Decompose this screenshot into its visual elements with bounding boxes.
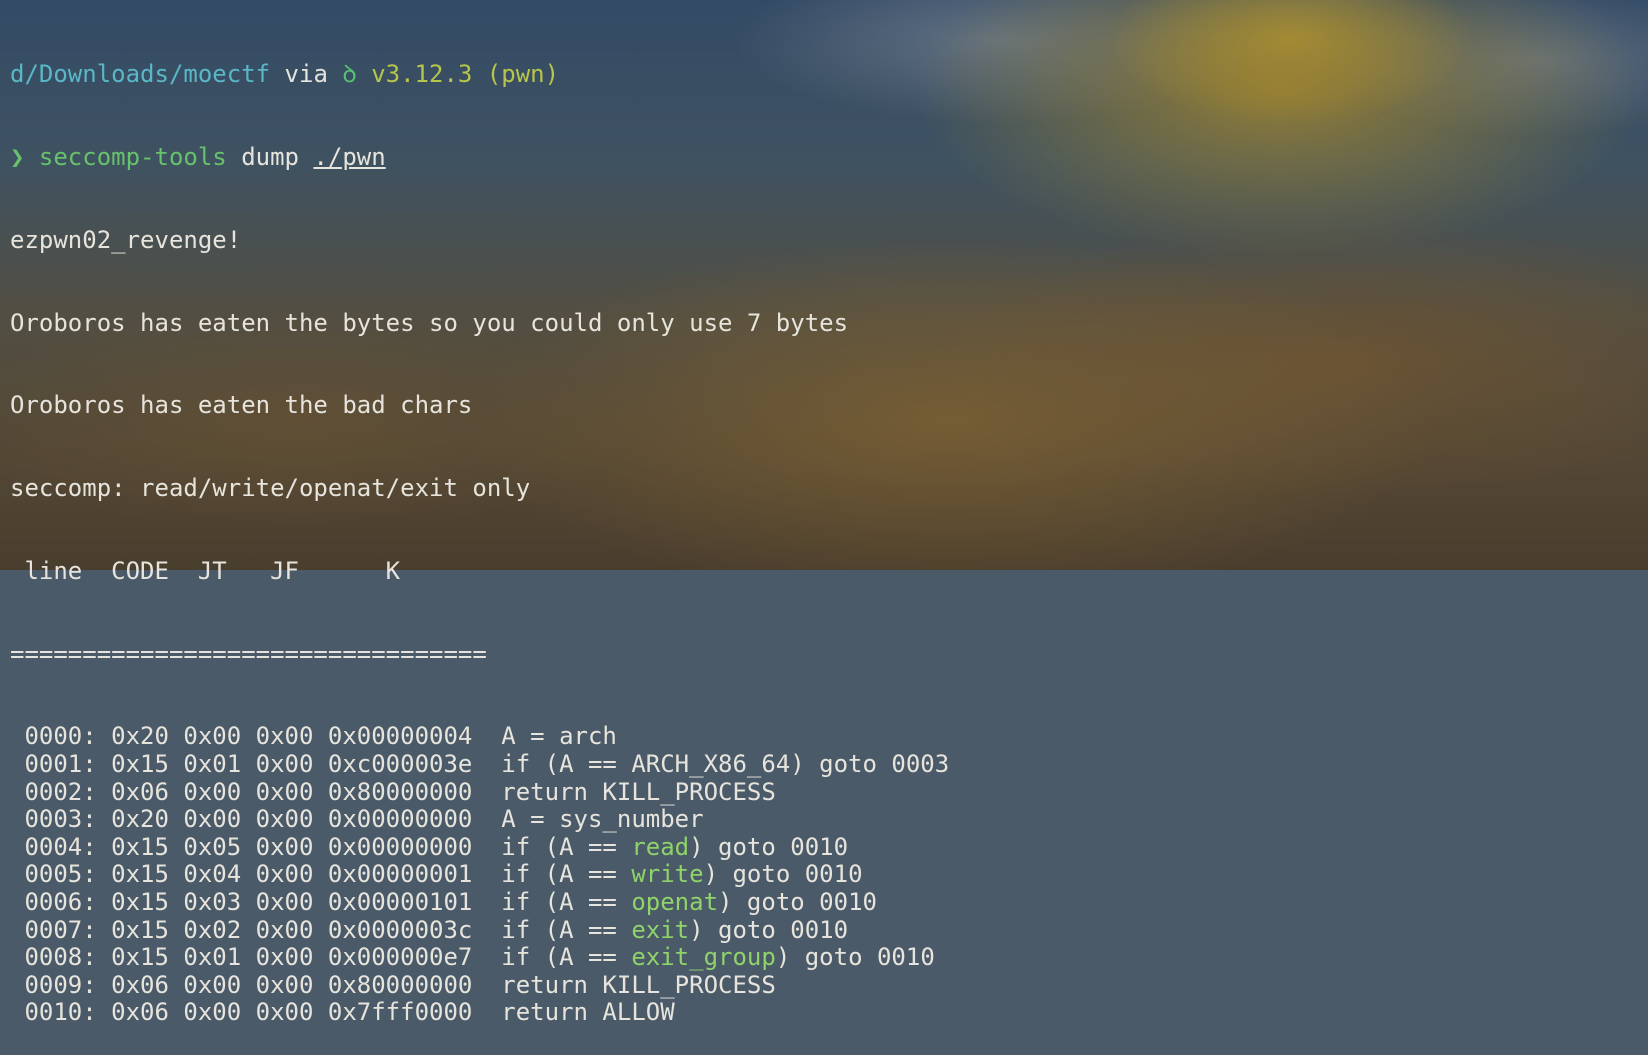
command-line: ❯ seccomp-tools dump ./pwn: [10, 142, 1648, 172]
dump-row-text: 0006: 0x15 0x03 0x00 0x00000101 if (A ==: [10, 888, 632, 916]
dump-row-text: 0008: 0x15 0x01 0x00 0x000000e7 if (A ==: [10, 943, 632, 972]
python-snake-icon: ꝺ: [342, 60, 357, 89]
dump-row-text: 0004: 0x15 0x05 0x00 0x00000000 if (A ==: [10, 832, 632, 861]
dump-row: 0005: 0x15 0x04 0x00 0x00000001 if (A ==…: [10, 861, 1648, 889]
output-line: Oroboros has eaten the bad chars: [10, 391, 473, 420]
dump-row: 0001: 0x15 0x01 0x00 0xc000003e if (A ==…: [10, 750, 1648, 779]
command-arg: dump: [241, 142, 299, 171]
dump-row: 0009: 0x06 0x00 0x00 0x80000000 return K…: [10, 970, 1648, 1000]
via-label: via: [284, 60, 328, 89]
dump-row: 0000: 0x20 0x00 0x00 0x00000004 A = arch: [10, 723, 1648, 751]
dump-row-text: 0009: 0x06 0x00 0x00 0x80000000 return K…: [10, 970, 776, 999]
dump-row-text: 0001: 0x15 0x01 0x00 0xc000003e if (A ==…: [10, 750, 950, 779]
dump-row: 0002: 0x06 0x00 0x00 0x80000000 return K…: [10, 777, 1648, 807]
output-line: seccomp: read/write/openat/exit only: [10, 474, 531, 503]
syscall-name: exit_group: [631, 943, 776, 972]
dump-row-goto: ) goto 0010: [689, 915, 849, 944]
dump-rows: 0000: 0x20 0x00 0x00 0x00000004 A = arch…: [10, 723, 1648, 1027]
output-line: Oroboros has eaten the bytes so you coul…: [10, 308, 849, 337]
dump-row: 0010: 0x06 0x00 0x00 0x7fff0000 return A…: [10, 999, 1648, 1027]
dump-row-text: 0000: 0x20 0x00 0x00 0x00000004 A = arch: [10, 722, 617, 751]
command-name: seccomp-tools: [38, 142, 227, 171]
dump-row-text: 0010: 0x06 0x00 0x00 0x7fff0000 return A…: [10, 998, 675, 1027]
syscall-name: read: [631, 832, 690, 861]
dump-row-goto: ) goto 0010: [775, 943, 935, 972]
dump-header: line CODE JT JF K: [10, 556, 401, 585]
dump-row-goto: ) goto 0010: [703, 860, 863, 889]
python-version: v3.12.3 (pwn): [371, 60, 560, 89]
dump-row-text: 0002: 0x06 0x00 0x00 0x80000000 return K…: [10, 777, 776, 806]
dump-row: 0006: 0x15 0x03 0x00 0x00000101 if (A ==…: [10, 888, 1648, 917]
dump-row: 0007: 0x15 0x02 0x00 0x0000003c if (A ==…: [10, 915, 1648, 945]
dump-row: 0004: 0x15 0x05 0x00 0x00000000 if (A ==…: [10, 832, 1648, 862]
dump-row-text: 0003: 0x20 0x00 0x00 0x00000000 A = sys_…: [10, 805, 704, 834]
cwd-path: d/Downloads/moectf: [10, 60, 271, 89]
dump-separator: =================================: [10, 639, 487, 668]
syscall-name: exit: [631, 915, 690, 944]
syscall-name: write: [631, 860, 704, 889]
terminal-output[interactable]: d/Downloads/moectf via ꝺ v3.12.3 (pwn) ❯…: [10, 6, 1648, 1055]
command-path-arg: ./pwn: [313, 142, 386, 171]
dump-row: 0003: 0x20 0x00 0x00 0x00000000 A = sys_…: [10, 805, 1648, 834]
dump-row-text: 0005: 0x15 0x04 0x00 0x00000001 if (A ==: [10, 860, 632, 889]
shell-info-line: d/Downloads/moectf via ꝺ v3.12.3 (pwn): [10, 60, 1648, 89]
output-line: ezpwn02_revenge!: [10, 225, 242, 254]
dump-row: 0008: 0x15 0x01 0x00 0x000000e7 if (A ==…: [10, 943, 1648, 972]
dump-row-goto: ) goto 0010: [689, 832, 849, 861]
dump-row-text: 0007: 0x15 0x02 0x00 0x0000003c if (A ==: [10, 915, 632, 944]
dump-row-goto: ) goto 0010: [718, 888, 877, 916]
syscall-name: openat: [631, 888, 719, 916]
prompt-chevron-icon: ❯: [10, 142, 25, 171]
